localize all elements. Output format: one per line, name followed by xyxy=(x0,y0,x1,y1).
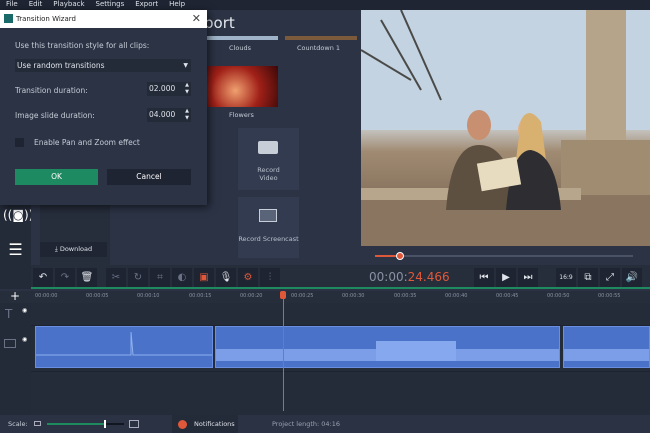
menu-playback[interactable]: Playback xyxy=(53,0,84,10)
app-icon xyxy=(4,14,13,23)
ruler-tick: 00:00:10 xyxy=(137,293,160,299)
scale-slider[interactable] xyxy=(47,423,124,425)
panel-heading: port xyxy=(204,14,235,32)
ruler-tick: 00:00:50 xyxy=(547,293,570,299)
ruler-tick: 00:00:55 xyxy=(598,293,621,299)
video-preview[interactable] xyxy=(361,10,650,246)
zoom-in-icon[interactable] xyxy=(129,420,139,428)
ruler-tick: 00:00:45 xyxy=(496,293,519,299)
spinner-arrows-icon: ▲ ▼ xyxy=(185,82,189,95)
item-label[interactable]: Countdown 1 xyxy=(297,44,340,52)
menu-edit[interactable]: Edit xyxy=(29,0,43,10)
ruler-tick: 00:00:05 xyxy=(86,293,109,299)
add-track-icon[interactable]: + xyxy=(10,289,20,303)
redo-icon[interactable]: ↷ xyxy=(55,268,75,287)
video-track-icon xyxy=(4,339,16,348)
transition-duration-label: Transition duration: xyxy=(15,86,88,95)
screencast-icon xyxy=(259,209,277,222)
zoom-out-icon[interactable] xyxy=(34,421,41,426)
webcam-icon[interactable]: ((◙)) xyxy=(3,208,33,230)
slide-duration-input[interactable]: 04.000 ▲ ▼ xyxy=(147,108,191,122)
color-adjust-icon[interactable]: ◐ xyxy=(172,268,192,287)
notifications-button[interactable]: Notifications xyxy=(172,415,238,433)
ruler-tick: 00:00:40 xyxy=(445,293,468,299)
audio-clip[interactable] xyxy=(215,326,560,368)
spinner-arrows-icon: ▲ ▼ xyxy=(185,108,189,121)
scrubber-handle[interactable] xyxy=(396,252,404,260)
rotate-icon[interactable]: ↻ xyxy=(128,268,148,287)
record-video-button[interactable]: Record Video xyxy=(238,128,299,190)
text-track-icon: T xyxy=(5,307,13,321)
ruler-tick: 00:00:15 xyxy=(189,293,212,299)
scale-slider-fill xyxy=(47,423,105,425)
cancel-button[interactable]: Cancel xyxy=(107,169,191,185)
cut-icon[interactable]: ✂ xyxy=(106,268,126,287)
eye-icon[interactable]: ◉ xyxy=(22,336,27,343)
transition-style-select[interactable]: Use random transitions ▼ xyxy=(15,59,191,72)
dialog-title: Transition Wizard xyxy=(16,15,76,23)
next-icon[interactable]: ⏭ xyxy=(518,268,538,287)
slide-duration-label: Image slide duration: xyxy=(15,111,95,120)
volume-icon[interactable]: 🔊 xyxy=(622,268,642,287)
audio-clip[interactable] xyxy=(35,326,213,368)
ruler-tick: 00:00:30 xyxy=(342,293,365,299)
scale-label: Scale: xyxy=(8,420,28,428)
close-icon[interactable]: ✕ xyxy=(192,10,201,28)
status-bar: Scale: Notifications Project length: 04:… xyxy=(0,415,650,433)
ruler-tick: 00:00:00 xyxy=(35,293,58,299)
eye-icon[interactable]: ◉ xyxy=(22,307,27,314)
style-label: Use this transition style for all clips: xyxy=(15,41,150,50)
preview-frame xyxy=(361,10,650,246)
crop-icon[interactable]: ⌗ xyxy=(150,268,170,287)
item-label[interactable]: Flowers xyxy=(229,111,254,119)
play-icon[interactable]: ▶ xyxy=(496,268,516,287)
item-label[interactable]: Clouds xyxy=(229,44,251,52)
timecode: 00:00:24.466 xyxy=(369,270,450,284)
ruler-tick: 00:00:25 xyxy=(291,293,314,299)
transition-duration-input[interactable]: 02.000 ▲ ▼ xyxy=(147,82,191,96)
delete-icon[interactable]: 🗑 xyxy=(77,268,97,287)
menu-export[interactable]: Export xyxy=(135,0,158,10)
record-screencast-button[interactable]: Record Screencast xyxy=(238,197,299,258)
flowers-thumbnail[interactable] xyxy=(207,66,278,107)
ruler-tick: 00:00:35 xyxy=(394,293,417,299)
undo-icon[interactable]: ↶ xyxy=(33,268,53,287)
ok-button[interactable]: OK xyxy=(15,169,98,185)
filters-icon[interactable]: ▣ xyxy=(194,268,214,287)
chevron-down-icon: ▼ xyxy=(183,62,188,69)
preview-scrubber[interactable] xyxy=(361,246,650,265)
equalizer-icon[interactable]: ⫶ xyxy=(260,268,280,287)
transition-wizard-dialog: Transition Wizard ✕ Use this transition … xyxy=(0,10,207,205)
pan-zoom-label[interactable]: Enable Pan and Zoom effect xyxy=(34,138,140,147)
editing-toolbar: ↶ ↷ 🗑 ✂ ↻ ⌗ ◐ ▣ 🎙 ⚙ ⫶ 00:00:24.466 ⏮ ▶ ⏭… xyxy=(31,265,650,289)
video-camera-icon xyxy=(258,141,278,154)
audio-clip[interactable] xyxy=(563,326,650,368)
bell-icon xyxy=(178,420,187,429)
project-length: Project length: 04:16 xyxy=(272,420,341,428)
settings-gear-icon[interactable]: ⚙ xyxy=(238,268,258,287)
menu-help[interactable]: Help xyxy=(169,0,185,10)
fullscreen-icon[interactable]: ⤢ xyxy=(600,268,620,287)
menu-settings[interactable]: Settings xyxy=(96,0,125,10)
previous-icon[interactable]: ⏮ xyxy=(474,268,494,287)
dialog-titlebar: Transition Wizard ✕ xyxy=(0,10,207,28)
playhead[interactable] xyxy=(283,291,284,411)
aspect-ratio-button[interactable]: 16:9 xyxy=(556,268,576,287)
ruler-tick: 00:00:20 xyxy=(240,293,263,299)
detach-preview-icon[interactable]: ⧉ xyxy=(578,268,598,287)
menu-file[interactable]: File xyxy=(6,0,18,10)
list-icon[interactable]: ☰ xyxy=(3,240,28,262)
menu-bar: File Edit Playback Settings Export Help xyxy=(0,0,650,10)
timeline-ruler[interactable]: + 00:00:00 00:00:05 00:00:10 00:00:15 00… xyxy=(0,289,650,303)
microphone-icon[interactable]: 🎙 xyxy=(216,268,236,287)
scale-slider-handle[interactable] xyxy=(103,420,106,428)
pan-zoom-checkbox[interactable] xyxy=(15,138,24,147)
download-button[interactable]: ⤓ Download xyxy=(40,242,107,257)
